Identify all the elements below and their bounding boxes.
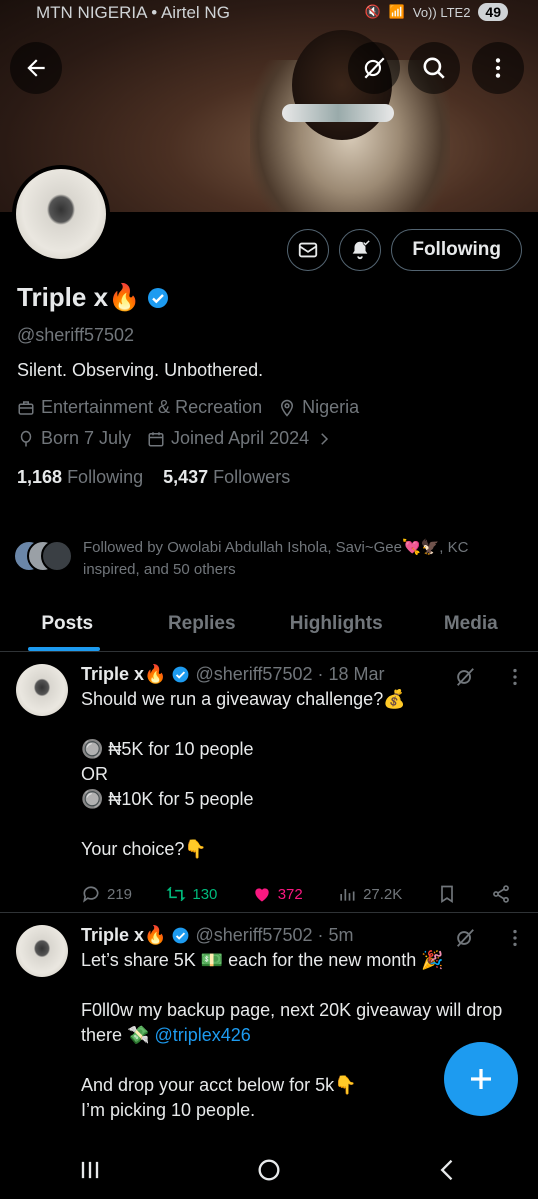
reply-button[interactable]: 219 (81, 884, 132, 904)
status-bar: MTN NIGERIA • Airtel NG 🔇 📶 Vo)) LTE2 49 (0, 0, 538, 28)
born-text: Born 7 July (41, 428, 132, 448)
following-count: 1,168 (17, 467, 63, 487)
joined-text: Joined April 2024 (171, 428, 310, 448)
display-name-row: Triple x🔥 (17, 282, 527, 313)
chevron-right-icon (321, 432, 329, 445)
joined-item[interactable]: Joined April 2024 (147, 428, 333, 449)
tweet-time: · 5m (317, 925, 354, 945)
followers-count: 5,437 (163, 467, 209, 487)
views-count: 27.2K (363, 885, 403, 903)
tweet-text-part: And drop your acct below for 5k👇 I’m pic… (81, 1075, 357, 1120)
repost-count: 130 (192, 885, 218, 903)
share-button[interactable] (491, 884, 511, 904)
tweet-author[interactable]: Triple x🔥 (81, 664, 166, 685)
plus-icon (471, 1069, 491, 1089)
bookmark-icon (440, 885, 453, 904)
tweet-author[interactable]: Triple x🔥 (81, 925, 166, 946)
bio: Silent. Observing. Unbothered. (17, 360, 264, 380)
category-item: Entertainment & Recreation (17, 397, 262, 418)
following-count-link[interactable]: 1,168 Following (17, 467, 143, 488)
like-button[interactable]: 372 (252, 884, 303, 904)
repost-icon (166, 886, 186, 902)
back-button[interactable] (10, 42, 62, 94)
grok-button[interactable] (348, 42, 400, 94)
tab-posts[interactable]: Posts (0, 600, 135, 651)
profile-info: Triple x🔥 @sheriff57502 Silent. Observin… (17, 282, 527, 488)
profile-meta: Entertainment & Recreation Nigeria Born … (17, 397, 487, 449)
share-icon (493, 885, 509, 903)
followers-label: Followers (213, 467, 291, 487)
briefcase-icon (18, 400, 34, 415)
handle: @sheriff57502 (17, 325, 135, 345)
envelope-icon (299, 242, 318, 258)
tab-highlights[interactable]: Highlights (269, 600, 404, 651)
network-text: Vo)) LTE2 (412, 4, 471, 20)
tweet-time: · 18 Mar (317, 664, 385, 684)
back-nav-icon[interactable] (434, 1156, 462, 1184)
battery-indicator: 49 (478, 3, 508, 21)
following-label: Following (67, 467, 144, 487)
followers-count-link[interactable]: 5,437 Followers (163, 467, 290, 488)
follow-counts: 1,168 Following 5,437 Followers (17, 467, 527, 488)
wifi-icon: 📶 (388, 4, 405, 19)
search-button[interactable] (408, 42, 460, 94)
verified-badge-icon[interactable] (146, 286, 170, 310)
views-button[interactable]: 27.2K (337, 884, 402, 904)
compose-button[interactable] (444, 1042, 518, 1116)
tweet-text: Should we run a giveaway challenge?💰 🔘 ₦… (81, 689, 406, 859)
system-icons: 🔇 📶 Vo)) LTE2 49 (364, 3, 508, 21)
location-pin-icon (281, 399, 294, 417)
tweet[interactable]: Triple x🔥 @sheriff57502 · 5m Let’s share… (0, 913, 538, 1143)
tweet[interactable]: Triple x🔥 @sheriff57502 · 18 Mar Should … (0, 652, 538, 912)
heart-icon (255, 888, 269, 902)
message-button[interactable] (287, 229, 330, 271)
display-name: Triple x🔥 (17, 282, 141, 312)
reply-icon (83, 886, 99, 903)
more-options-button[interactable] (472, 42, 524, 94)
carrier-text: MTN NIGERIA • Airtel NG (36, 3, 230, 22)
category-text: Entertainment & Recreation (41, 397, 263, 417)
search-icon (423, 57, 445, 79)
mention-link[interactable]: @triplex426 (154, 1025, 250, 1045)
location-item: Nigeria (278, 397, 359, 418)
tweet-header: Triple x🔥 @sheriff57502 · 18 Mar (81, 664, 521, 685)
profile-avatar[interactable] (12, 165, 110, 263)
mute-icon: 🔇 (364, 4, 381, 19)
views-icon (340, 889, 355, 901)
recent-apps-icon[interactable] (76, 1156, 104, 1184)
balloon-icon (20, 430, 32, 446)
follower-avatars (13, 537, 73, 572)
tweet-header: Triple x🔥 @sheriff57502 · 5m (81, 925, 521, 946)
arrow-left-icon (27, 59, 45, 77)
bell-check-icon (353, 239, 371, 260)
profile-actions: Following (287, 229, 522, 271)
tweet-handle: @sheriff57502 (195, 925, 313, 945)
more-vertical-icon (495, 58, 501, 78)
bookmark-button[interactable] (437, 884, 457, 904)
tab-replies[interactable]: Replies (135, 600, 270, 651)
system-nav-bar (0, 1140, 538, 1199)
followed-by-text: Followed by Owolabi Abdullah Ishola, Sav… (83, 539, 469, 578)
tweet-avatar[interactable] (16, 925, 68, 977)
verified-badge-icon (173, 927, 189, 944)
verified-badge-icon (173, 666, 189, 683)
notifications-button[interactable] (339, 229, 382, 271)
location-text: Nigeria (302, 397, 360, 417)
tweet-avatar[interactable] (16, 664, 68, 716)
tab-media[interactable]: Media (404, 600, 538, 651)
calendar-icon (148, 431, 164, 446)
birthday-item: Born 7 July (17, 428, 131, 449)
tweet-actions: 219 130 372 27.2K (81, 884, 511, 904)
tweet-text-part: Let’s share 5K 💵 each for the new month … (81, 950, 503, 1045)
grok-icon (364, 57, 385, 79)
tweet-handle: @sheriff57502 (195, 664, 313, 684)
repost-button[interactable]: 130 (166, 884, 217, 904)
home-icon[interactable] (255, 1156, 283, 1184)
avatar (41, 540, 73, 572)
followed-by[interactable]: Followed by Owolabi Abdullah Ishola, Sav… (13, 537, 523, 581)
like-count: 372 (277, 885, 303, 903)
following-button[interactable]: Following (391, 229, 522, 271)
profile-tabs: Posts Replies Highlights Media (0, 600, 538, 652)
reply-count: 219 (107, 885, 133, 903)
